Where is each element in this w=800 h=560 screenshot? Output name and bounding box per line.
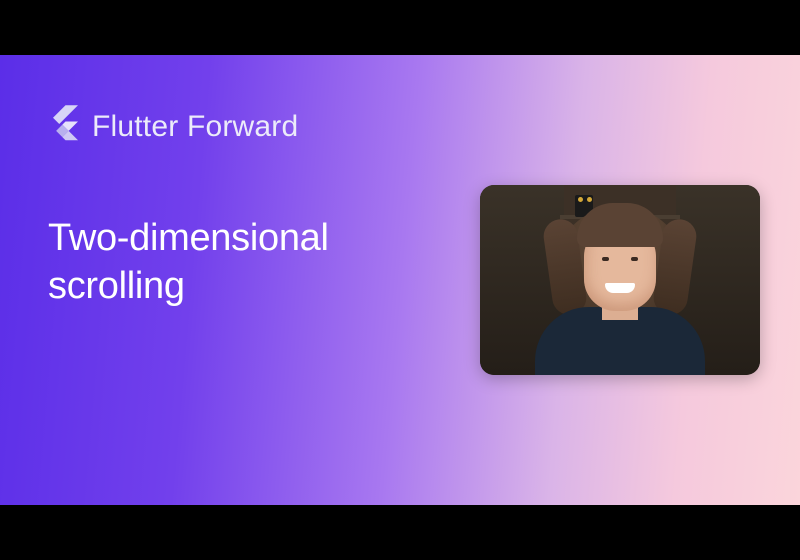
brand-text: Flutter Forward bbox=[92, 110, 298, 144]
shelf-decor bbox=[578, 197, 592, 203]
speaker-video-frame bbox=[480, 185, 760, 375]
letterbox-top bbox=[0, 0, 800, 55]
letterbox-bottom bbox=[0, 505, 800, 560]
brand-lockup: Flutter Forward bbox=[48, 105, 298, 148]
slide-content: Flutter Forward Two-dimensionalscrolling bbox=[0, 55, 800, 505]
flutter-logo-icon bbox=[48, 105, 78, 148]
speaker-scene bbox=[480, 185, 760, 375]
presentation-title: Two-dimensionalscrolling bbox=[48, 215, 329, 310]
speaker-silhouette bbox=[520, 215, 720, 375]
